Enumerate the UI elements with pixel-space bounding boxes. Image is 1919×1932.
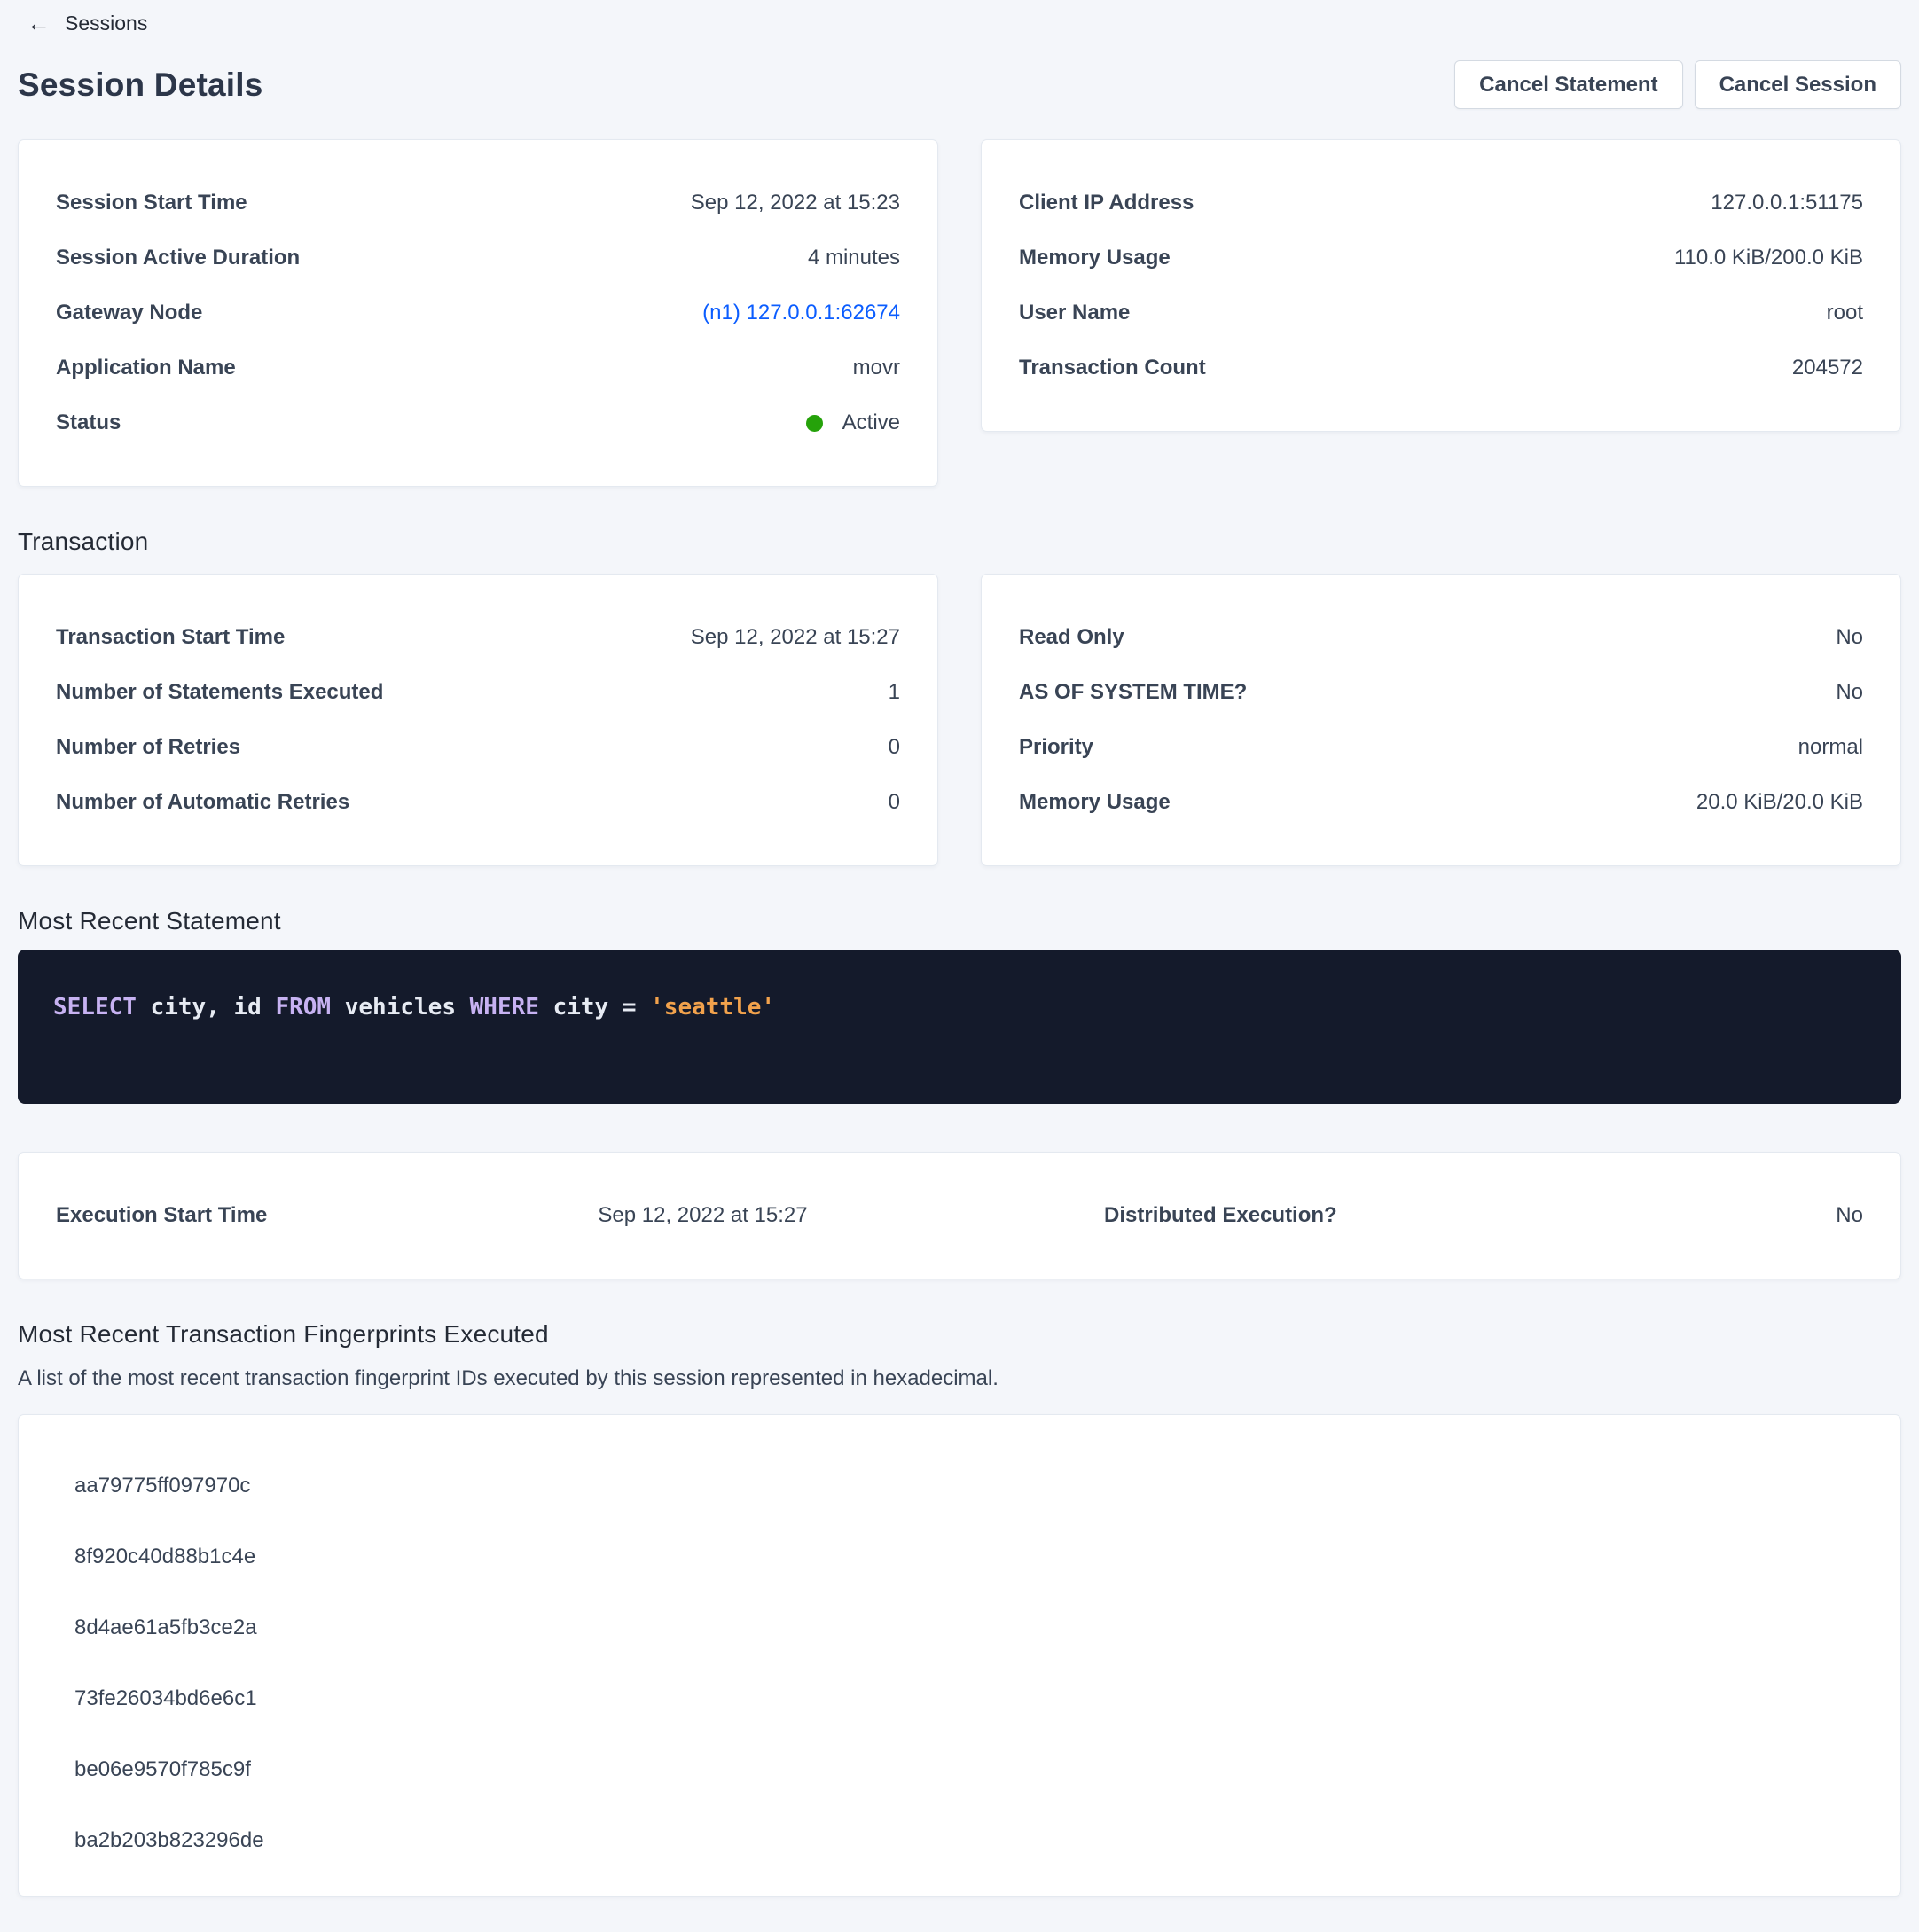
fingerprint-item: 8d4ae61a5fb3ce2a	[74, 1592, 1845, 1663]
statement-section-heading: Most Recent Statement	[18, 907, 1901, 935]
kv-value: 0	[889, 733, 900, 762]
kv-row-user-name: User Name root	[1019, 285, 1863, 340]
session-summary: Session Start Time Sep 12, 2022 at 15:23…	[18, 139, 1901, 487]
breadcrumb: ← Sessions	[27, 9, 1901, 37]
sql-keyword: SELECT	[53, 994, 137, 1021]
kv-label: Read Only	[1019, 623, 1124, 652]
kv-row-retries: Number of Retries 0	[56, 720, 900, 775]
kv-label: Memory Usage	[1019, 788, 1171, 817]
sql-text: city =	[539, 994, 650, 1021]
sql-text: vehicles	[331, 994, 470, 1021]
kv-value: 0	[889, 788, 900, 817]
session-right-card: Client IP Address 127.0.0.1:51175 Memory…	[981, 139, 1901, 432]
sql-statement-box: SELECT city, id FROM vehicles WHERE city…	[18, 950, 1901, 1104]
distributed-execution-value: No	[1574, 1201, 1863, 1230]
kv-label: Gateway Node	[56, 299, 202, 327]
kv-row-application-name: Application Name movr	[56, 340, 900, 395]
kv-label: Session Start Time	[56, 189, 247, 217]
kv-label: Memory Usage	[1019, 244, 1171, 272]
sql-statement: SELECT city, id FROM vehicles WHERE city…	[53, 992, 1866, 1022]
kv-row-priority: Priority normal	[1019, 720, 1863, 775]
kv-row-client-ip: Client IP Address 127.0.0.1:51175	[1019, 176, 1863, 231]
kv-label: Number of Statements Executed	[56, 678, 383, 707]
gateway-node-link[interactable]: (n1) 127.0.0.1:62674	[702, 301, 900, 325]
kv-label: Priority	[1019, 733, 1093, 762]
fingerprint-item: be06e9570f785c9f	[74, 1734, 1845, 1805]
page-title: Session Details	[18, 66, 263, 104]
kv-label: Status	[56, 409, 121, 437]
kv-value: normal	[1798, 733, 1863, 762]
kv-value: 1	[889, 678, 900, 707]
breadcrumb-label: Sessions	[65, 12, 147, 35]
kv-row-status: Status Active	[56, 395, 900, 450]
status-active-dot-icon	[806, 415, 823, 432]
kv-row-gateway-node: Gateway Node (n1) 127.0.0.1:62674	[56, 285, 900, 340]
fingerprint-item: ba2b203b823296de	[74, 1805, 1845, 1876]
kv-value: 204572	[1792, 354, 1863, 382]
kv-value: 20.0 KiB/20.0 KiB	[1696, 788, 1863, 817]
execution-card: Execution Start Time Sep 12, 2022 at 15:…	[18, 1152, 1901, 1279]
distributed-execution-label: Distributed Execution?	[1104, 1201, 1574, 1230]
kv-row-session-start-time: Session Start Time Sep 12, 2022 at 15:23	[56, 176, 900, 231]
kv-value: movr	[853, 354, 900, 382]
kv-value: Sep 12, 2022 at 15:23	[691, 189, 900, 217]
kv-row-automatic-retries: Number of Automatic Retries 0	[56, 775, 900, 830]
kv-row-as-of-system-time: AS OF SYSTEM TIME? No	[1019, 665, 1863, 720]
kv-label: AS OF SYSTEM TIME?	[1019, 678, 1247, 707]
execution-row: Execution Start Time Sep 12, 2022 at 15:…	[56, 1188, 1863, 1243]
fingerprints-section-heading: Most Recent Transaction Fingerprints Exe…	[18, 1320, 1901, 1349]
kv-label: Transaction Count	[1019, 354, 1206, 382]
kv-label: Session Active Duration	[56, 244, 300, 272]
back-to-sessions-link[interactable]: ← Sessions	[27, 12, 147, 35]
kv-row-transaction-count: Transaction Count 204572	[1019, 340, 1863, 395]
back-arrow-icon: ←	[27, 12, 51, 35]
fingerprints-card: aa79775ff097970c 8f920c40d88b1c4e 8d4ae6…	[18, 1414, 1901, 1897]
cancel-session-button[interactable]: Cancel Session	[1695, 60, 1901, 109]
transaction-cards: Transaction Start Time Sep 12, 2022 at 1…	[18, 574, 1901, 866]
fingerprints-description: A list of the most recent transaction fi…	[18, 1365, 1901, 1393]
kv-row-txn-memory-usage: Memory Usage 20.0 KiB/20.0 KiB	[1019, 775, 1863, 830]
kv-value: root	[1827, 299, 1863, 327]
kv-row-transaction-start-time: Transaction Start Time Sep 12, 2022 at 1…	[56, 610, 900, 665]
kv-row-statements-executed: Number of Statements Executed 1	[56, 665, 900, 720]
kv-label: Number of Automatic Retries	[56, 788, 349, 817]
session-left-card: Session Start Time Sep 12, 2022 at 15:23…	[18, 139, 938, 487]
kv-value: 127.0.0.1:51175	[1711, 189, 1863, 217]
sql-keyword: FROM	[275, 994, 331, 1021]
kv-label: Number of Retries	[56, 733, 240, 762]
kv-label: User Name	[1019, 299, 1130, 327]
fingerprint-item: aa79775ff097970c	[74, 1451, 1845, 1521]
sql-string-literal: 'seattle'	[650, 994, 775, 1021]
sql-text: city, id	[137, 994, 276, 1021]
kv-row-read-only: Read Only No	[1019, 610, 1863, 665]
kv-value: No	[1836, 623, 1863, 652]
fingerprint-item: 8f920c40d88b1c4e	[74, 1521, 1845, 1592]
execution-start-value: Sep 12, 2022 at 15:27	[598, 1201, 1104, 1230]
status-value: Active	[806, 409, 900, 437]
kv-row-session-active-duration: Session Active Duration 4 minutes	[56, 231, 900, 285]
status-badge: Active	[842, 409, 900, 437]
kv-value: No	[1836, 678, 1863, 707]
kv-value: 4 minutes	[808, 244, 900, 272]
kv-row-memory-usage: Memory Usage 110.0 KiB/200.0 KiB	[1019, 231, 1863, 285]
execution-start-label: Execution Start Time	[56, 1201, 598, 1230]
action-buttons: Cancel Statement Cancel Session	[1454, 60, 1901, 109]
kv-value: Sep 12, 2022 at 15:27	[691, 623, 900, 652]
kv-label: Client IP Address	[1019, 189, 1194, 217]
kv-value: (n1) 127.0.0.1:62674	[702, 299, 900, 327]
transaction-left-card: Transaction Start Time Sep 12, 2022 at 1…	[18, 574, 938, 866]
sql-keyword: WHERE	[470, 994, 539, 1021]
session-details-page: ← Sessions Session Details Cancel Statem…	[0, 0, 1919, 1932]
transaction-section-heading: Transaction	[18, 528, 1901, 556]
kv-label: Application Name	[56, 354, 236, 382]
fingerprint-item: 73fe26034bd6e6c1	[74, 1663, 1845, 1734]
title-row: Session Details Cancel Statement Cancel …	[18, 60, 1901, 109]
transaction-right-card: Read Only No AS OF SYSTEM TIME? No Prior…	[981, 574, 1901, 866]
kv-label: Transaction Start Time	[56, 623, 285, 652]
cancel-statement-button[interactable]: Cancel Statement	[1454, 60, 1682, 109]
kv-value: 110.0 KiB/200.0 KiB	[1674, 244, 1863, 272]
